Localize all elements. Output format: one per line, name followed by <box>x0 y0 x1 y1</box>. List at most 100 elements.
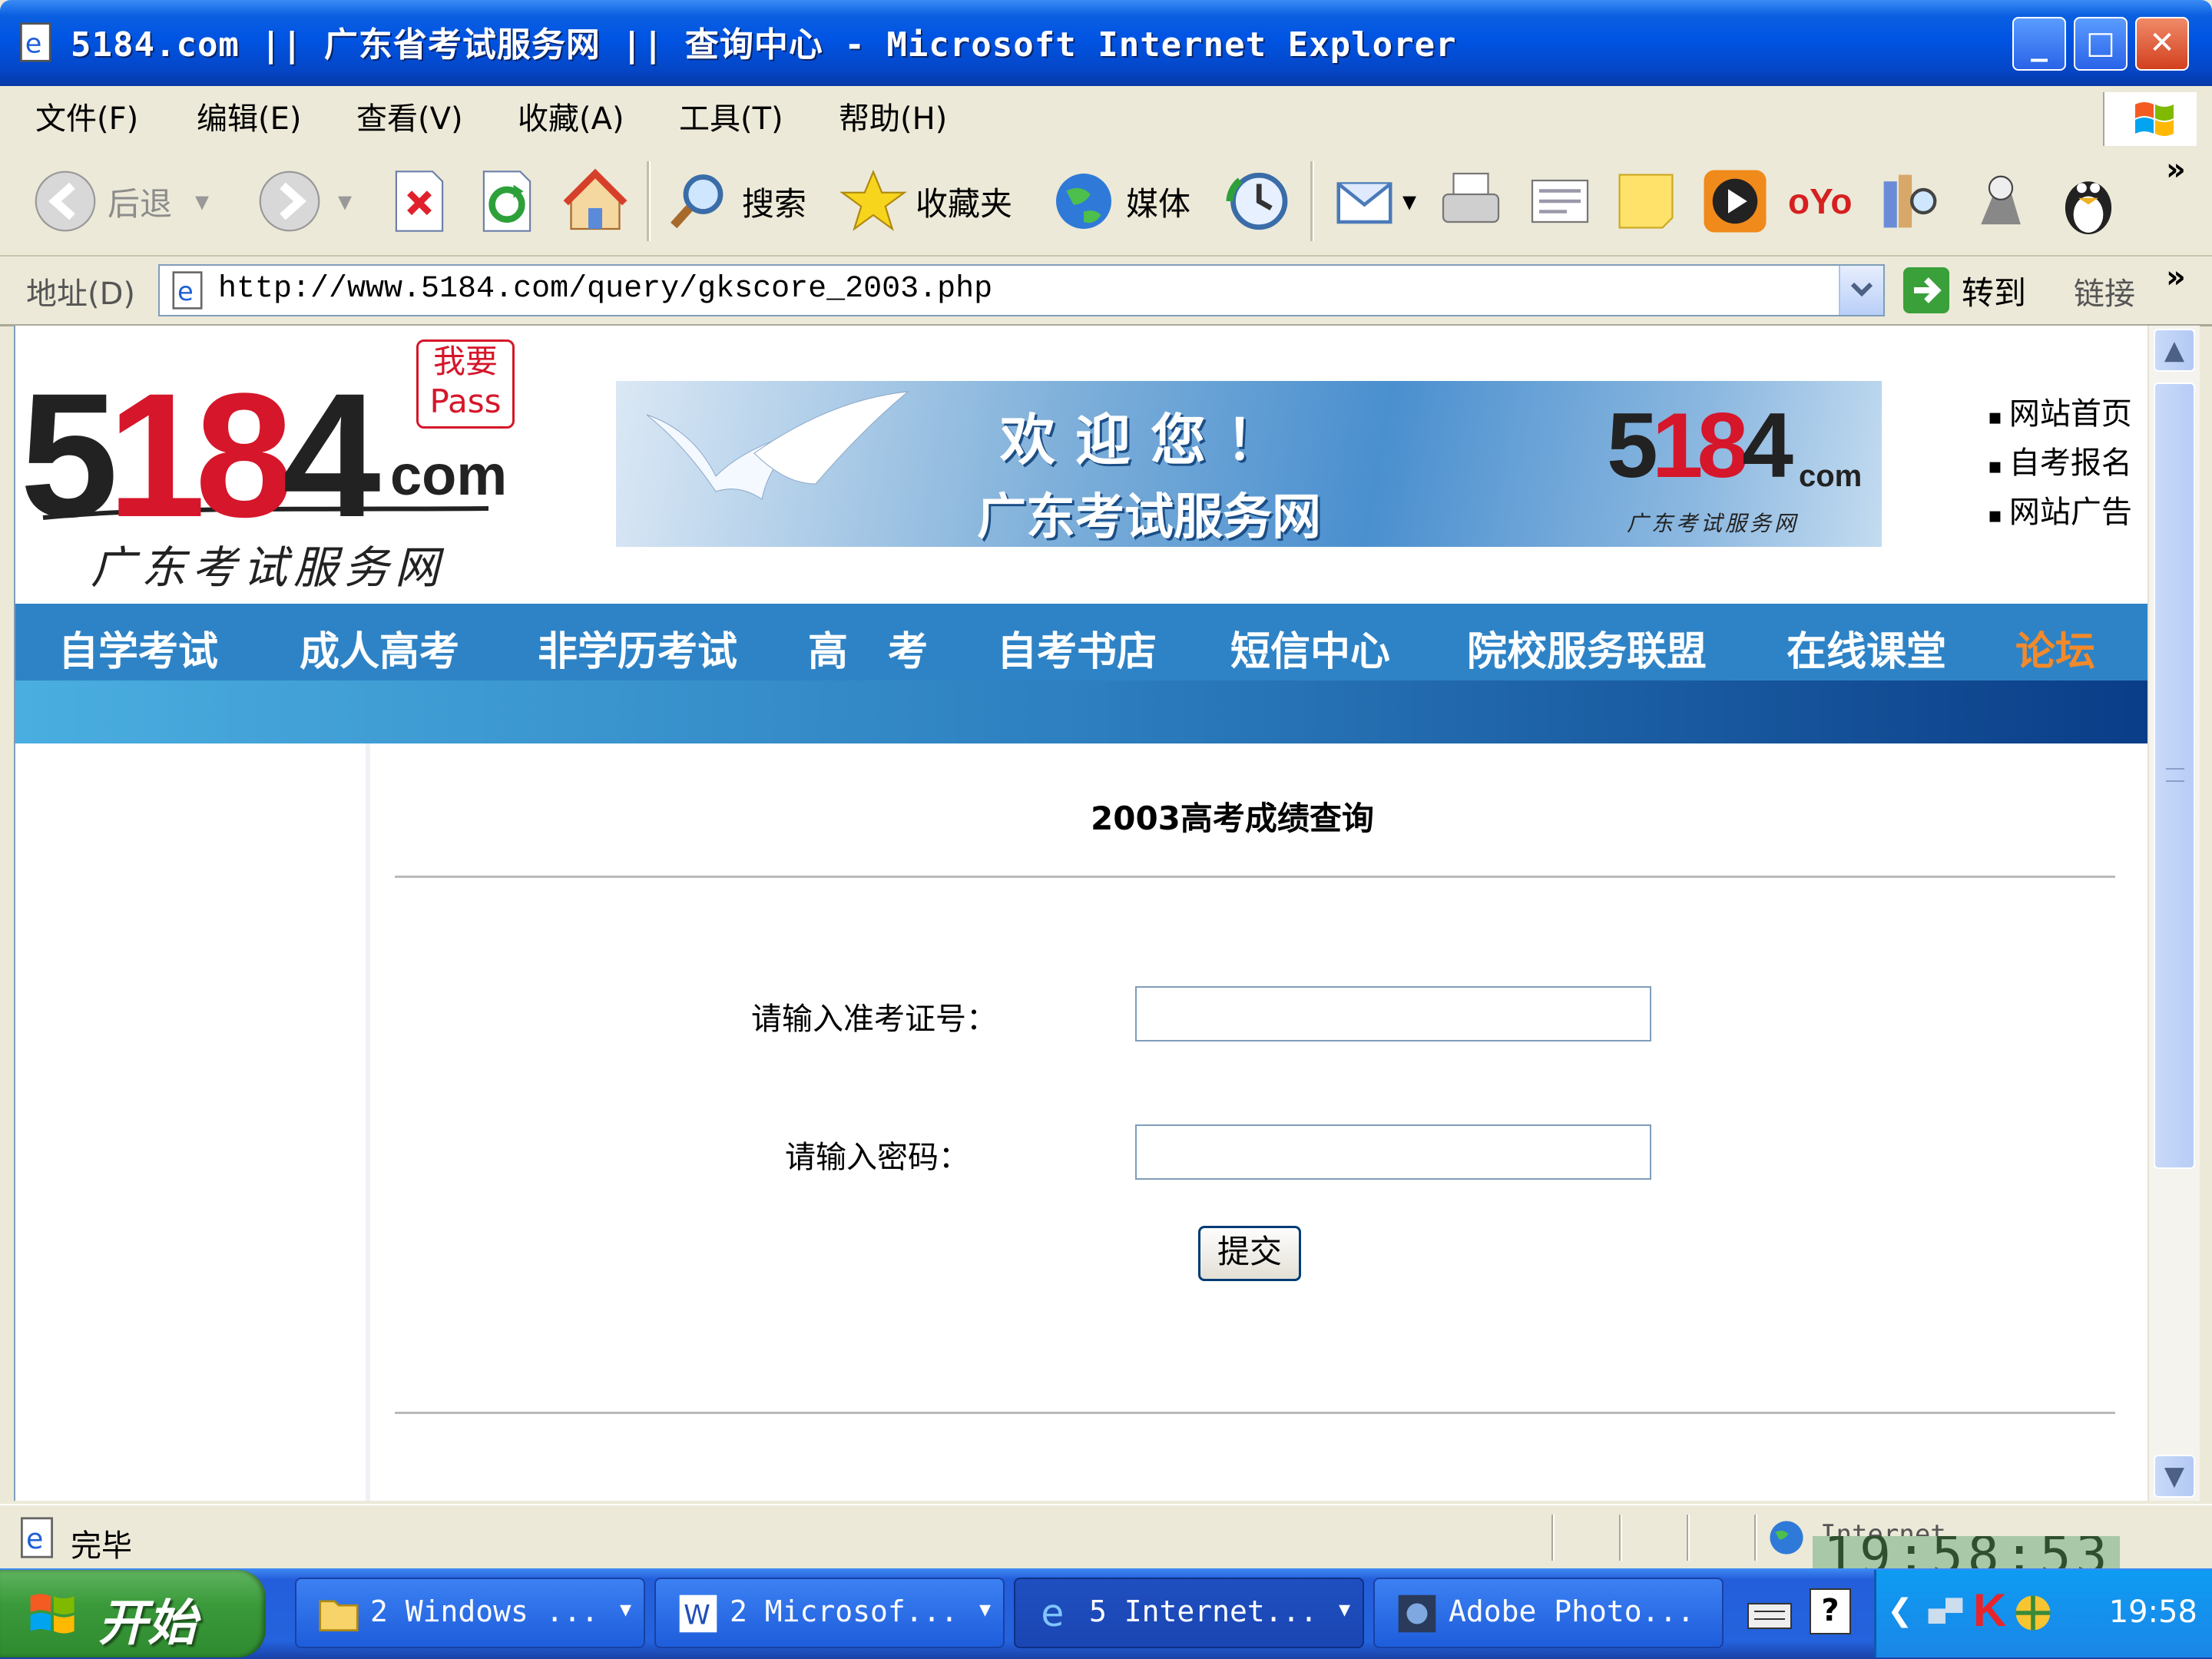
submit-button[interactable]: 提交 <box>1198 1226 1301 1281</box>
back-arrow-icon <box>35 171 96 232</box>
nav-forum[interactable]: 论坛 <box>2015 619 2095 677</box>
mail-dropdown-icon[interactable]: ▾ <box>1402 186 1416 217</box>
messenger-button[interactable] <box>1968 164 2034 238</box>
ticket-number-input[interactable] <box>1135 986 1651 1041</box>
link-home[interactable]: 网站首页 <box>1988 389 2132 433</box>
page-done-icon: e <box>21 1517 53 1558</box>
system-tray: ❮ K 19:58 <box>1874 1570 2212 1657</box>
address-input[interactable]: e http://www.5184.com/query/gkscore_2003… <box>158 264 1885 316</box>
favorites-button[interactable]: 收藏夹 <box>839 164 1012 238</box>
back-dropdown-icon[interactable]: ▾ <box>195 186 209 217</box>
password-input[interactable] <box>1135 1124 1651 1180</box>
taskbar: 开始 2 Windows ... ▾ W 2 Microsof... ▾ e 5 I… <box>0 1568 2212 1659</box>
stop-icon <box>395 171 444 232</box>
network-icon[interactable] <box>1924 1591 1967 1634</box>
nav-self-study[interactable]: 自学考试 <box>58 619 218 677</box>
svg-text:e: e <box>1041 1593 1064 1634</box>
menu-help[interactable]: 帮助(H) <box>839 94 947 138</box>
site-logo[interactable]: 5184 5184 com 我要Pass 广东考试服务网 <box>20 326 542 604</box>
site-nav: 自学考试 成人高考 非学历考试 高 考 自考书店 短信中心 院校服务联盟 在线课… <box>15 604 2149 680</box>
minimize-button[interactable]: _ <box>2012 17 2066 71</box>
media-player-button[interactable] <box>1700 164 1770 238</box>
menu-file[interactable]: 文件(F) <box>35 94 138 138</box>
keyboard-icon[interactable] <box>1745 1591 1794 1637</box>
task-microsoft-word[interactable]: W 2 Microsof... ▾ <box>654 1578 1005 1648</box>
photoshop-icon <box>1398 1594 1436 1633</box>
print-button[interactable] <box>1436 164 1505 238</box>
edit-page-icon <box>1531 179 1589 224</box>
menu-tools[interactable]: 工具(T) <box>679 94 783 138</box>
printer-icon <box>1442 172 1500 224</box>
task-windows-explorer[interactable]: 2 Windows ... ▾ <box>295 1578 645 1648</box>
media-button[interactable]: 媒体 <box>1049 164 1190 238</box>
menu-view[interactable]: 查看(V) <box>356 94 463 138</box>
home-button[interactable] <box>561 164 630 238</box>
vertical-scrollbar[interactable]: ▲ ▼ <box>2147 326 2200 1501</box>
start-button[interactable]: 开始 <box>0 1570 266 1657</box>
forward-arrow-icon <box>259 171 320 232</box>
nav-sms[interactable]: 短信中心 <box>1230 619 1390 677</box>
scroll-up-button[interactable]: ▲ <box>2154 329 2195 372</box>
windows-flag-icon <box>30 1594 75 1634</box>
forward-button[interactable]: ▾ <box>255 164 352 238</box>
toolbar-overflow-button[interactable]: » <box>2166 152 2186 187</box>
window-title: 5184.com || 广东省考试服务网 || 查询中心 - Microsoft… <box>71 25 1457 65</box>
link-register[interactable]: 自考报名 <box>1988 438 2132 482</box>
links-button[interactable]: 链接 <box>2074 269 2135 313</box>
history-button[interactable] <box>1223 164 1292 238</box>
banner-logo: 5184 <box>1607 394 1793 497</box>
qq-button[interactable] <box>2055 164 2121 238</box>
search-button[interactable]: 搜索 <box>665 164 806 238</box>
folder-icon <box>319 1600 359 1631</box>
refresh-button[interactable] <box>476 164 538 238</box>
banner-welcome: 欢迎您！ <box>1000 408 1302 472</box>
go-button[interactable]: 转到 <box>1902 266 2026 315</box>
play-icon <box>1704 170 1767 233</box>
nav-online-class[interactable]: 在线课堂 <box>1786 619 1946 677</box>
maximize-button[interactable]: □ <box>2074 17 2128 71</box>
nav-alliance[interactable]: 院校服务联盟 <box>1467 619 1707 677</box>
nav-adult-exam[interactable]: 成人高考 <box>300 619 459 677</box>
nav-non-degree[interactable]: 非学历考试 <box>538 619 737 677</box>
address-dropdown-button[interactable] <box>1839 266 1883 315</box>
research-button[interactable] <box>1877 164 1943 238</box>
links-overflow-button[interactable]: » <box>2166 260 2186 295</box>
banner-logo-tagline: 广东考试服务网 <box>1627 511 1800 536</box>
logo-tagline: 广东考试服务网 <box>91 541 446 594</box>
help-icon[interactable]: ? <box>1810 1588 1851 1634</box>
stop-button[interactable] <box>389 164 450 238</box>
oyo-button[interactable]: oYo <box>1788 164 1852 238</box>
antivirus-icon[interactable] <box>2012 1591 2055 1634</box>
task-adobe-photoshop[interactable]: Adobe Photo... <box>1373 1578 1724 1648</box>
welcome-banner[interactable]: 欢迎您！ 广东考试服务网 5184 com 广东考试服务网 <box>616 381 1882 547</box>
status-separator <box>1551 1515 1555 1561</box>
scroll-down-button[interactable]: ▼ <box>2154 1455 2195 1498</box>
tray-expand-icon[interactable]: ❮ <box>1887 1593 1913 1628</box>
svg-text:e: e <box>26 1522 43 1555</box>
mail-icon <box>1336 182 1392 224</box>
messenger-icon <box>1981 175 2021 225</box>
logo-com: com <box>390 443 508 507</box>
notes-button[interactable] <box>1613 164 1679 238</box>
nav-gaokao[interactable]: 高 考 <box>808 619 928 677</box>
forward-dropdown-icon[interactable]: ▾ <box>338 186 352 217</box>
taskbar-clock: 19:58 <box>2108 1594 2197 1630</box>
go-arrow-icon <box>1903 267 1949 313</box>
menu-favorites[interactable]: 收藏(A) <box>518 94 624 138</box>
mail-button[interactable]: ▾ <box>1333 164 1416 238</box>
close-button[interactable]: ✕ <box>2135 17 2189 71</box>
scroll-thumb[interactable] <box>2154 382 2195 1169</box>
home-icon <box>563 168 628 230</box>
seagull-image <box>646 391 909 500</box>
kingsoft-icon[interactable]: K <box>1973 1584 2006 1637</box>
task-internet-explorer[interactable]: e 5 Internet... ▾ <box>1014 1578 1364 1648</box>
menu-edit[interactable]: 编辑(E) <box>197 94 301 138</box>
page-viewport: 5184 5184 com 我要Pass 广东考试服务网 欢迎您！ 广东考试服务… <box>14 326 2149 1501</box>
toolbar-separator <box>1310 161 1314 241</box>
link-ads[interactable]: 网站广告 <box>1988 487 2132 531</box>
edit-button[interactable] <box>1525 164 1594 238</box>
standard-toolbar: 后退 ▾ ▾ 搜索 收藏夹 媒体 ▾ oYo » <box>0 146 2212 257</box>
nav-bookstore[interactable]: 自考书店 <box>997 619 1157 677</box>
back-button[interactable]: 后退 ▾ <box>31 164 209 238</box>
address-url: http://www.5184.com/query/gkscore_2003.p… <box>218 272 993 306</box>
